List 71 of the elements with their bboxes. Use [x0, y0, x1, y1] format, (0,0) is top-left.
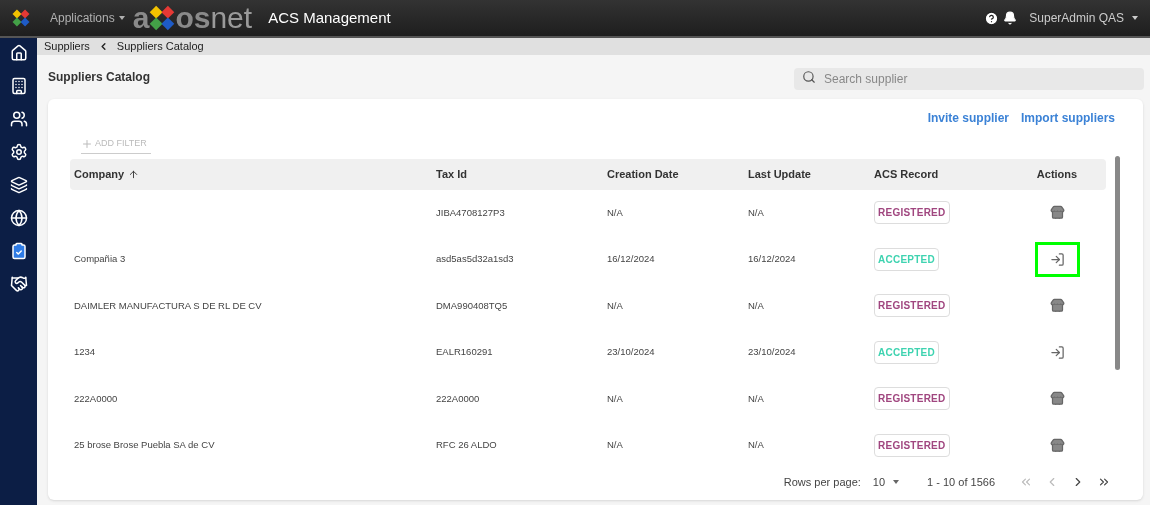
table-cell: DAIMLER MANUFACTURA S DE RL DE CV: [74, 299, 262, 311]
table-cell: N/A: [748, 392, 764, 404]
page-title: Suppliers Catalog: [48, 69, 151, 86]
status-badge: REGISTERED: [874, 294, 950, 318]
clipboard-icon[interactable]: [9, 242, 28, 260]
brand-text: a: [132, 3, 150, 33]
table-cell: 16/12/2024: [607, 253, 655, 265]
column-header[interactable]: Tax Id: [436, 165, 467, 183]
column-header[interactable]: Creation Date: [607, 165, 679, 183]
action-link[interactable]: Import suppliers: [1021, 109, 1115, 127]
rows-per-page-label: Rows per page:: [783, 474, 861, 490]
globe-icon[interactable]: [9, 209, 28, 227]
status-badge: ACCEPTED: [874, 340, 939, 364]
status-badge: REGISTERED: [874, 433, 950, 457]
search-field[interactable]: Search supplier: [794, 68, 1144, 90]
brand-text: os: [175, 3, 211, 33]
table-cell: N/A: [748, 206, 764, 218]
table-cell: DMA990408TQ5: [436, 299, 508, 311]
layers-icon[interactable]: [9, 176, 28, 194]
brand-text: net: [210, 3, 253, 33]
store-icon: [1049, 391, 1065, 407]
table-cell: 222A0000: [436, 392, 480, 404]
store-icon: [1049, 437, 1065, 453]
page-range: 1 - 10 of 1566: [927, 474, 995, 490]
column-header[interactable]: ACS Record: [874, 165, 939, 183]
table-cell: RFC 26 ALDO: [436, 439, 497, 451]
table-cell: N/A: [748, 439, 764, 451]
table-cell: N/A: [607, 392, 623, 404]
table-cell: JIBA4708127P3: [436, 206, 505, 218]
building-icon[interactable]: [9, 77, 28, 95]
status-badge: ACCEPTED: [874, 247, 939, 271]
table-cell: N/A: [748, 299, 764, 311]
status-badge: REGISTERED: [874, 387, 950, 411]
table-cell: 25 brose Brose Puebla SA de CV: [74, 439, 215, 451]
login-icon: [1049, 251, 1065, 267]
handshake-icon[interactable]: [9, 275, 28, 293]
status-badge: REGISTERED: [874, 201, 950, 225]
user-menu[interactable]: SuperAdmin QAS: [1029, 9, 1138, 27]
table-cell: asd5as5d32a1sd3: [436, 253, 514, 265]
table-cell: 222A0000: [74, 392, 118, 404]
users-icon[interactable]: [9, 110, 28, 128]
column-header[interactable]: Company: [74, 165, 125, 183]
app-title: ACS Management: [268, 7, 391, 28]
login-icon: [1049, 344, 1065, 360]
table-cell: 1234: [74, 346, 96, 358]
brand-logo-icon: [149, 5, 176, 31]
table-cell: 23/10/2024: [748, 346, 796, 358]
rows-per-page-select[interactable]: 10: [872, 473, 900, 490]
column-header[interactable]: Last Update: [748, 165, 811, 183]
table-cell: 23/10/2024: [607, 346, 655, 358]
breadcrumb-link[interactable]: Suppliers: [44, 38, 90, 55]
action-link[interactable]: Invite supplier: [927, 109, 1009, 127]
applications-menu[interactable]: Applications: [50, 9, 125, 27]
help-icon[interactable]: [984, 10, 1000, 26]
app-logo-icon: [12, 9, 30, 27]
table-cell: N/A: [607, 439, 623, 451]
sort-arrow-icon[interactable]: [128, 168, 140, 180]
store-icon: [1049, 298, 1065, 314]
home-icon[interactable]: [9, 44, 28, 62]
table-cell: N/A: [607, 206, 623, 218]
bell-icon[interactable]: [1003, 11, 1018, 25]
settings-icon[interactable]: [9, 143, 28, 161]
table-cell: EALR160291: [436, 346, 493, 358]
plus-icon: [81, 137, 93, 150]
search-icon: [802, 70, 816, 84]
table-cell: Compañia 3: [74, 253, 126, 265]
column-header[interactable]: Actions: [1036, 165, 1078, 183]
table-cell: N/A: [607, 299, 623, 311]
breadcrumb-current: Suppliers Catalog: [116, 39, 204, 55]
store-icon: [1049, 205, 1065, 221]
table-cell: 16/12/2024: [748, 253, 796, 265]
